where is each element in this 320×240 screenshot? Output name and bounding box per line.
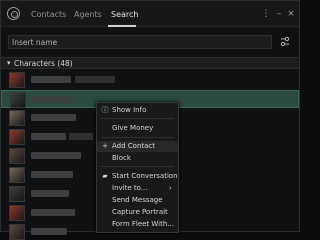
- avatar: [10, 92, 26, 108]
- menu-item-block[interactable]: Block: [97, 153, 178, 164]
- avatar: [9, 186, 25, 202]
- context-menu: ⓘ Show Info Give Money + Add Contact Blo…: [96, 102, 179, 233]
- avatar: [9, 129, 25, 145]
- redacted-name: [31, 114, 76, 121]
- collapse-arrow-icon[interactable]: ▾: [7, 59, 11, 67]
- menu-item-form-fleet[interactable]: Form Fleet With...: [97, 219, 178, 230]
- filter-settings-icon[interactable]: [278, 35, 292, 49]
- avatar: [9, 72, 25, 88]
- active-tab-indicator: [108, 25, 136, 27]
- more-options-icon[interactable]: ⋮: [261, 8, 271, 20]
- search-window: Contacts Agents Search ⋮ – × ▾ Character…: [0, 0, 300, 240]
- section-title: Characters (48): [14, 59, 73, 68]
- plus-icon: +: [102, 142, 108, 150]
- menu-divider: [101, 166, 174, 167]
- close-icon[interactable]: ×: [286, 8, 296, 20]
- tab-search[interactable]: Search: [111, 10, 138, 19]
- menu-item-invite-to[interactable]: Invite to... ›: [97, 183, 178, 194]
- menu-item-capture-portrait[interactable]: Capture Portrait: [97, 207, 178, 218]
- search-input[interactable]: [12, 37, 267, 48]
- redacted-name: [31, 171, 73, 178]
- menu-item-send-message[interactable]: Send Message: [97, 195, 178, 206]
- minimize-icon[interactable]: –: [274, 8, 284, 20]
- search-field[interactable]: [8, 35, 272, 49]
- avatar: [9, 224, 25, 240]
- redacted-name: [31, 76, 71, 83]
- redacted-name: [75, 76, 115, 83]
- avatar: [9, 205, 25, 221]
- redacted-name: [32, 96, 72, 103]
- tab-contacts[interactable]: Contacts: [31, 10, 66, 19]
- menu-divider: [101, 137, 174, 138]
- characters-section-header[interactable]: ▾ Characters (48): [1, 57, 299, 69]
- redacted-name: [31, 190, 69, 197]
- people-places-icon: [7, 7, 20, 20]
- avatar: [9, 167, 25, 183]
- list-item[interactable]: [1, 71, 299, 89]
- redacted-name: [31, 228, 67, 235]
- redacted-name: [31, 133, 66, 140]
- redacted-name: [31, 152, 81, 159]
- avatar: [9, 148, 25, 164]
- menu-item-show-info[interactable]: ⓘ Show Info: [97, 105, 178, 116]
- info-icon: ⓘ: [101, 106, 109, 114]
- redacted-name: [69, 133, 93, 140]
- chat-icon: ▰: [102, 172, 108, 180]
- redacted-name: [31, 209, 75, 216]
- window-header: Contacts Agents Search ⋮ – ×: [1, 1, 299, 27]
- menu-item-give-money[interactable]: Give Money: [97, 123, 178, 134]
- menu-divider: [101, 118, 174, 119]
- tab-agents[interactable]: Agents: [74, 10, 102, 19]
- avatar: [9, 110, 25, 126]
- menu-item-add-contact[interactable]: + Add Contact: [97, 141, 178, 152]
- chevron-right-icon: ›: [169, 184, 172, 192]
- menu-item-start-conversation[interactable]: ▰ Start Conversation: [97, 171, 178, 182]
